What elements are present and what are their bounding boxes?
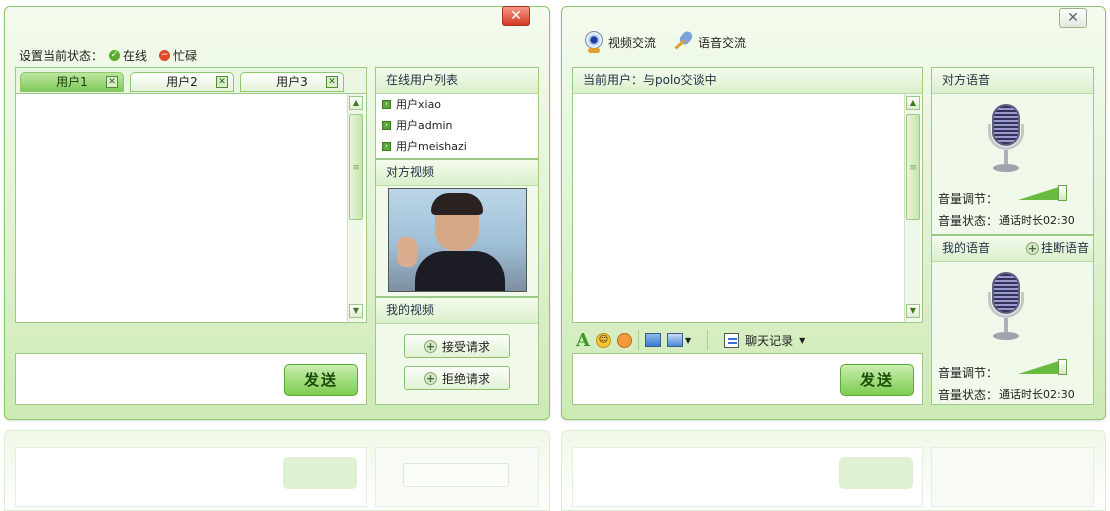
close-button[interactable]: ✕ [1059, 8, 1087, 28]
arrow-icon: › [382, 142, 391, 151]
chat-area: 当前用户：与polo交谈中 ▲ ≡ ▼ [572, 67, 923, 323]
online-list-title: 在线用户列表 [376, 68, 538, 94]
emoticon-icon[interactable]: ☺ [595, 332, 611, 348]
scroll-thumb[interactable]: ≡ [906, 114, 920, 220]
status-busy-option[interactable]: − 忙碌 [159, 47, 197, 64]
online-status-icon: ✓ [109, 50, 121, 61]
gift-icon[interactable] [616, 332, 632, 348]
list-item-user[interactable]: › 用户xiao [376, 94, 538, 115]
screenshot-icon[interactable] [666, 333, 683, 347]
right-window-reflection [561, 430, 1106, 511]
status-bar: 设置当前状态： ✓ 在线 − 忙碌 [19, 47, 197, 64]
volume-status-label: 音量状态： [938, 214, 999, 228]
chevron-down-icon[interactable]: ▼ [685, 336, 691, 345]
arrow-icon: › [382, 100, 391, 109]
tab-user1[interactable]: 用户1 ✕ [20, 72, 124, 92]
chevron-down-icon: ▼ [799, 335, 806, 345]
scroll-down-icon[interactable]: ▼ [349, 304, 363, 318]
message-scrollbar[interactable]: ▲ ≡ ▼ [347, 94, 363, 322]
webcam-icon [584, 31, 604, 53]
image-icon[interactable] [644, 333, 661, 347]
status-label: 设置当前状态： [19, 49, 104, 63]
message-input-area[interactable]: 发送 [572, 353, 923, 405]
current-user-label: 当前用户：与polo交谈中 [573, 68, 922, 94]
video-chat-button[interactable]: 视频交流 [584, 31, 656, 53]
message-scrollbar[interactable]: ▲ ≡ ▼ [904, 94, 920, 322]
chat-area: 用户1 ✕ 用户2 ✕ 用户3 ✕ ▲ ≡ ▼ [15, 67, 367, 323]
scroll-up-icon[interactable]: ▲ [349, 96, 363, 110]
volume-slider[interactable] [1018, 185, 1076, 201]
right-chat-window: ✕ 视频交流 语音交流 当前用户：与polo交谈中 ▲ ≡ ▼ A ☺ ▼ 聊天… [561, 6, 1106, 420]
status-online-option[interactable]: ✓ 在线 [109, 47, 147, 64]
online-users-panel: 在线用户列表 › 用户xiao › 用户admin › 用户meishazi [375, 67, 539, 159]
add-icon: + [423, 371, 437, 385]
left-chat-window: ✕ 设置当前状态： ✓ 在线 − 忙碌 用户1 ✕ 用户2 ✕ 用户3 ✕ ▲ … [4, 6, 550, 420]
my-voice-panel: 我的语音 + 挂断语音 音量调节： 音量状态： 通话时长02:30 [931, 235, 1094, 405]
my-voice-title: 我的语音 + 挂断语音 [932, 236, 1093, 262]
font-icon[interactable]: A [576, 330, 590, 351]
add-icon: + [1025, 242, 1039, 255]
volume-label: 音量调节： [938, 192, 999, 206]
list-item-user[interactable]: › 用户meishazi [376, 136, 538, 157]
volume-label: 音量调节： [938, 366, 999, 380]
call-duration: 通话时长02:30 [999, 388, 1075, 401]
add-icon: + [423, 339, 437, 353]
call-duration: 通话时长02:30 [999, 214, 1075, 227]
left-window-reflection [4, 430, 550, 511]
tab-close-icon[interactable]: ✕ [216, 76, 228, 88]
hangup-voice-button[interactable]: + 挂断语音 [1025, 236, 1089, 261]
chat-history-icon [724, 332, 740, 348]
arrow-icon: › [382, 121, 391, 130]
peer-video-feed [388, 188, 527, 292]
tab-close-icon[interactable]: ✕ [106, 76, 118, 88]
my-video-title: 我的视频 [376, 298, 538, 324]
tab-close-icon[interactable]: ✕ [326, 76, 338, 88]
peer-voice-title: 对方语音 [932, 68, 1093, 94]
busy-status-icon: − [159, 50, 171, 61]
scroll-thumb[interactable]: ≡ [349, 114, 363, 220]
tab-user3[interactable]: 用户3 ✕ [240, 72, 344, 92]
voice-chat-button[interactable]: 语音交流 [672, 29, 746, 53]
volume-slider[interactable] [1018, 359, 1076, 375]
peer-voice-panel: 对方语音 音量调节： 音量状态： 通话时长02:30 [931, 67, 1094, 235]
close-icon: ✕ [1067, 10, 1079, 26]
microphone-icon [672, 29, 695, 53]
peer-video-title: 对方视频 [376, 160, 538, 186]
tab-user2[interactable]: 用户2 ✕ [130, 72, 234, 92]
accept-request-button[interactable]: + 接受请求 [404, 334, 510, 358]
my-video-panel: 我的视频 + 接受请求 + 拒绝请求 [375, 297, 539, 405]
chat-history-button[interactable]: 聊天记录 ▼ [724, 332, 805, 349]
peer-video-panel: 对方视频 [375, 159, 539, 297]
chat-toolbar: A ☺ ▼ 聊天记录 ▼ [576, 327, 916, 353]
scroll-up-icon[interactable]: ▲ [906, 96, 920, 110]
close-button[interactable]: ✕ [502, 6, 530, 26]
message-input-area[interactable]: 发送 [15, 353, 367, 405]
send-button[interactable]: 发送 [840, 364, 914, 396]
list-item-user[interactable]: › 用户admin [376, 115, 538, 136]
microphone-icon [988, 272, 1024, 344]
message-display [16, 93, 366, 322]
online-user-list: › 用户xiao › 用户admin › 用户meishazi [376, 94, 538, 158]
reject-request-button[interactable]: + 拒绝请求 [404, 366, 510, 390]
scroll-down-icon[interactable]: ▼ [906, 304, 920, 318]
microphone-icon [988, 104, 1024, 176]
send-button[interactable]: 发送 [284, 364, 358, 396]
close-icon: ✕ [510, 8, 522, 24]
volume-status-label: 音量状态： [938, 388, 999, 402]
